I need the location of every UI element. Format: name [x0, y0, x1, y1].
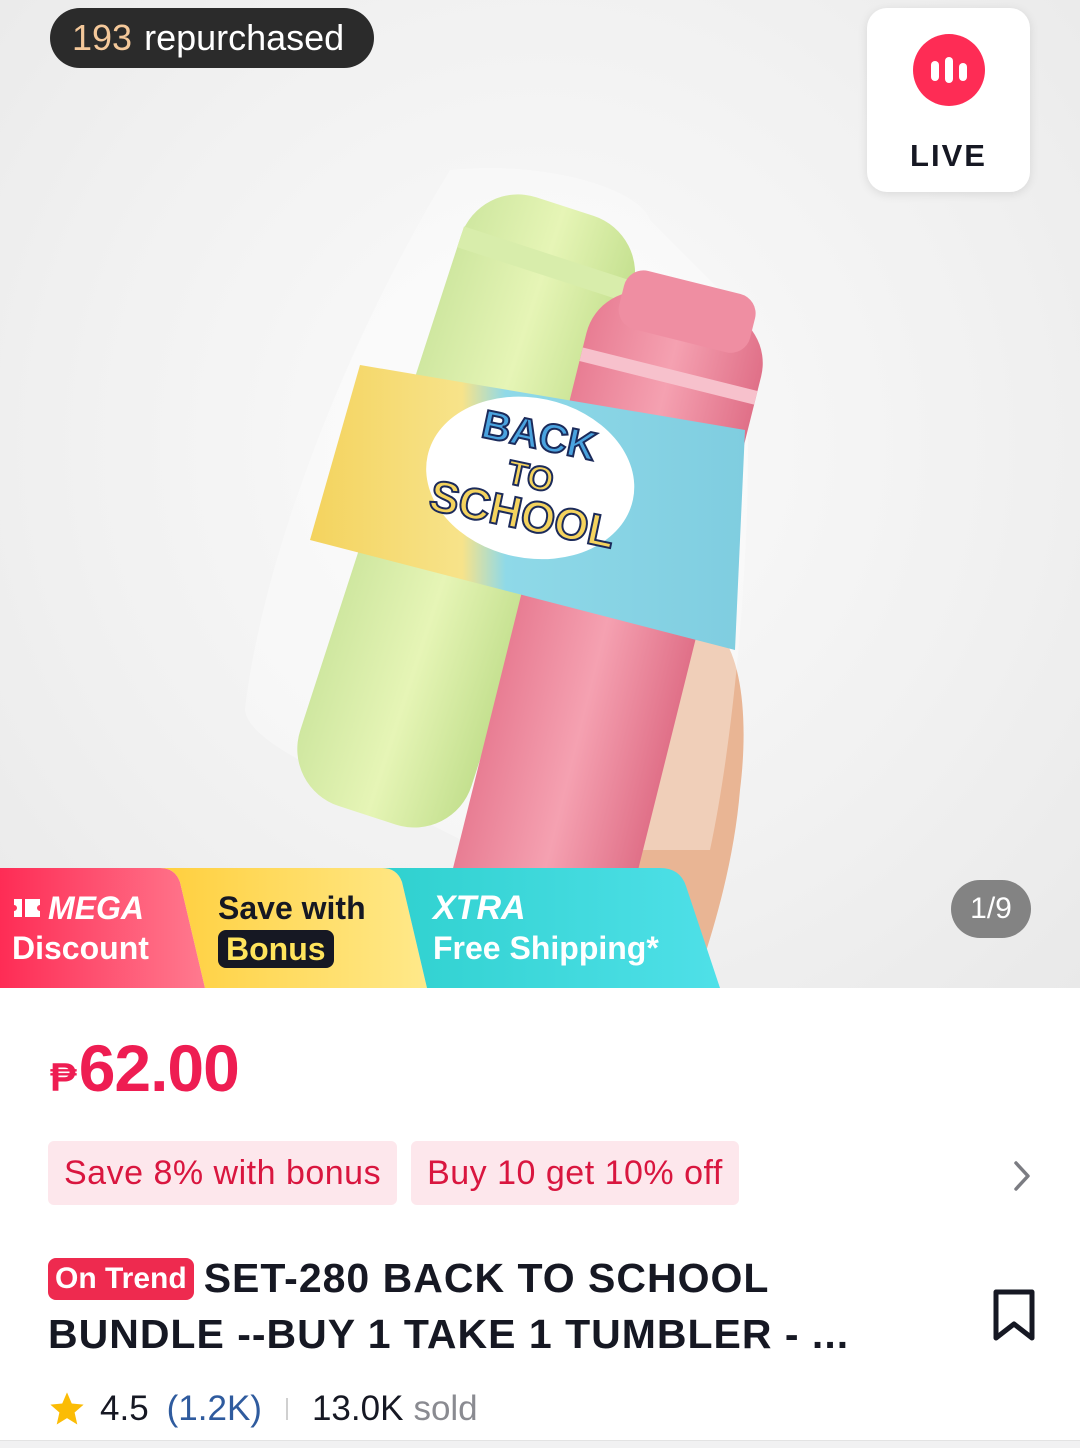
- live-label: LIVE: [910, 138, 987, 173]
- promo-banner[interactable]: MEGA Discount Save with Bonus XTRA Free …: [0, 868, 720, 988]
- xtra-line-1: XTRA: [433, 889, 526, 927]
- repurchase-count: 193: [72, 17, 133, 58]
- xtra-free-shipping-label: XTRA Free Shipping*: [433, 888, 659, 968]
- save-with-bonus-label: Save with Bonus: [218, 888, 366, 969]
- xtra-line-2: Free Shipping*: [433, 930, 659, 966]
- bookmark-icon[interactable]: [990, 1288, 1038, 1342]
- price-currency: ₱: [50, 1056, 77, 1100]
- ticket-icon: [14, 899, 40, 917]
- offer-chips[interactable]: Save 8% with bonus Buy 10 get 10% off: [48, 1141, 739, 1205]
- product-image-carousel[interactable]: BACK TO SCHOOL 193 repurchased LIVE 1/9: [0, 0, 1080, 988]
- price-amount: 62.00: [78, 1031, 240, 1105]
- image-counter: 1/9: [951, 880, 1031, 938]
- offer-chip-bulk[interactable]: Buy 10 get 10% off: [411, 1141, 739, 1205]
- rating-value: 4.5: [100, 1389, 149, 1428]
- review-count-link[interactable]: (1.2K): [167, 1389, 262, 1429]
- mega-line-1: MEGA: [48, 890, 144, 926]
- mega-discount-label: MEGA Discount: [12, 888, 149, 968]
- repurchase-label: repurchased: [144, 17, 345, 58]
- rating-row[interactable]: 4.5 (1.2K) 13.0K sold: [48, 1386, 478, 1432]
- mega-line-2: Discount: [12, 930, 149, 966]
- star-icon: [50, 1392, 84, 1425]
- save-line-1: Save with: [218, 890, 366, 926]
- sold-count: 13.0K: [311, 1389, 404, 1428]
- product-title: On Trend SET-280 BACK TO SCHOOL BUNDLE --…: [48, 1250, 928, 1362]
- repurchased-badge: 193 repurchased: [50, 8, 375, 68]
- live-bars-icon: [912, 34, 985, 106]
- on-trend-badge: On Trend: [48, 1258, 194, 1300]
- bonus-tag: Bonus: [218, 930, 334, 968]
- product-image: BACK TO SCHOOL: [245, 168, 763, 988]
- section-divider: [0, 1440, 1080, 1448]
- sold-label: sold: [413, 1389, 478, 1428]
- live-button[interactable]: LIVE: [867, 8, 1030, 192]
- product-price: ₱ 62.00: [50, 1030, 240, 1106]
- chevron-right-icon[interactable]: [1006, 1158, 1038, 1194]
- offer-chip-bonus[interactable]: Save 8% with bonus: [48, 1141, 398, 1205]
- divider: [285, 1398, 288, 1420]
